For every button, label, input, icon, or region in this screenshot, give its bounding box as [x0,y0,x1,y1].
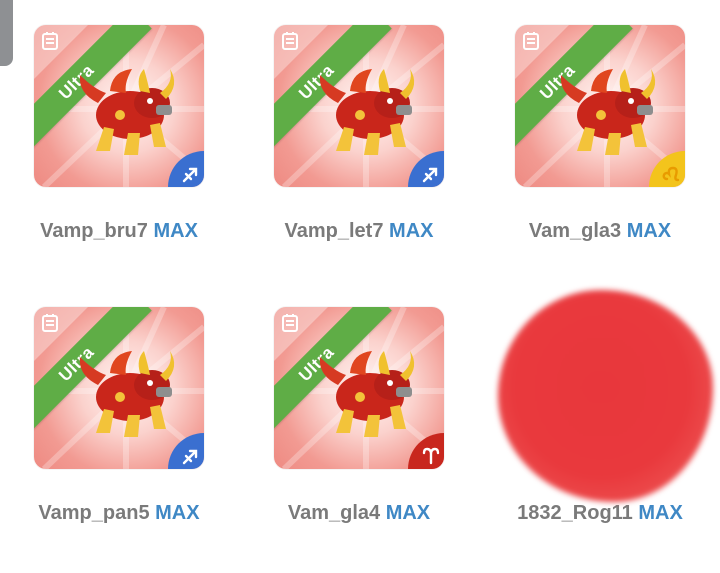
monster-thumbnail[interactable]: Ultra [515,25,685,187]
document-icon [282,314,298,332]
monster-image [79,69,175,155]
monster-label[interactable]: Vamp_pan5 MAX [19,502,219,525]
monster-card[interactable]: Ultra [19,307,219,537]
level-max: MAX [153,220,198,242]
monster-image [79,351,175,437]
monster-card[interactable]: Ultra [500,25,700,255]
monster-name: 1832_Rog11 [517,502,633,524]
monster-label[interactable]: 1832_Rog11 MAX [500,502,700,525]
monster-image [319,69,415,155]
document-icon [282,32,298,50]
monster-thumbnail[interactable]: Ultra [34,307,204,469]
aries-sign-icon [422,447,440,465]
monster-label[interactable]: Vam_gla3 MAX [500,220,700,243]
archer-sign-icon [182,449,198,465]
document-icon [42,32,58,50]
monster-card[interactable]: Ultra [259,25,459,255]
level-max: MAX [638,502,683,524]
monster-card[interactable]: Ultra [259,307,459,537]
monster-card[interactable]: Ultra [19,25,219,255]
archer-sign-icon [422,167,438,183]
monster-name: Vam_gla4 [287,502,381,524]
monster-thumbnail[interactable]: Ultra [34,25,204,187]
monster-image [319,351,415,437]
archer-sign-icon [182,167,198,183]
leo-sign-icon [662,166,680,182]
monster-name: Vamp_pan5 [38,502,150,524]
monster-label[interactable]: Vamp_let7 MAX [259,220,459,243]
document-icon [523,32,539,50]
level-max: MAX [155,502,200,524]
monster-image [560,69,656,155]
level-max: MAX [385,502,431,524]
monster-grid: Ultra Vamp_bru7 MAX Ultra Vamp_let7 MAX … [0,0,720,573]
document-icon [42,314,58,332]
monster-name: Vamp_bru7 [40,220,148,242]
monster-name: Vam_gla3 [528,220,622,242]
monster-label[interactable]: Vamp_bru7 MAX [19,220,219,243]
monster-name: Vamp_let7 [284,220,384,242]
level-max: MAX [389,220,434,242]
redacted-thumbnail[interactable] [498,290,713,502]
monster-label[interactable]: Vam_gla4 MAX [259,502,459,525]
monster-thumbnail[interactable]: Ultra [274,25,444,187]
monster-thumbnail[interactable]: Ultra [274,307,444,469]
level-max: MAX [626,220,672,242]
